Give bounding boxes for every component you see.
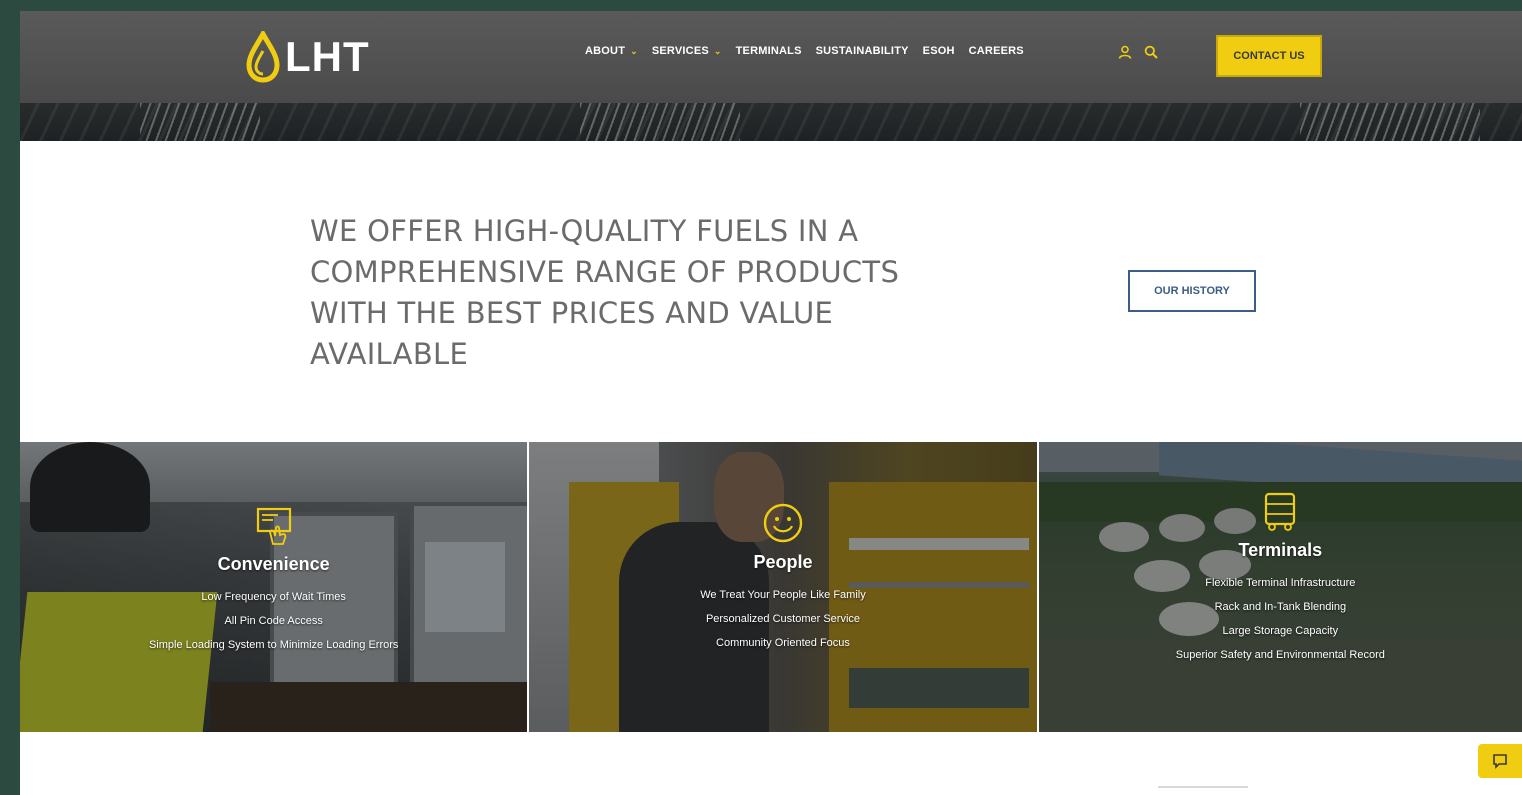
nav-item-esoh[interactable]: ESOH bbox=[923, 45, 955, 57]
search-icon[interactable] bbox=[1144, 45, 1158, 59]
nav-item-label: ESOH bbox=[922, 45, 955, 57]
tanker-truck-icon bbox=[1265, 492, 1296, 531]
contact-us-button[interactable]: CONTACT US bbox=[1216, 35, 1322, 77]
chat-widget-button[interactable] bbox=[1478, 744, 1522, 778]
chat-icon bbox=[1493, 754, 1507, 769]
feature-panels: Convenience Low Frequency of Wait Times … bbox=[20, 442, 1522, 732]
our-history-button[interactable]: OUR HISTORY bbox=[1128, 270, 1256, 312]
nav-item-label: SERVICES bbox=[651, 45, 709, 57]
feature-panel-convenience: Convenience Low Frequency of Wait Times … bbox=[20, 442, 528, 732]
feature-panel-people: People We Treat Your People Like Family … bbox=[527, 442, 1039, 732]
top-navbar: LHT ABOUT ⌄ SERVICES ⌄ TERMINALS SUSTAIN… bbox=[20, 11, 1522, 103]
nav-item-about[interactable]: ABOUT ⌄ bbox=[585, 45, 638, 57]
panel-title: Convenience bbox=[217, 554, 330, 574]
lht-logo[interactable]: LHT bbox=[245, 29, 370, 85]
feature-list: Low Frequency of Wait Times All Pin Code… bbox=[149, 585, 398, 657]
section-divider bbox=[1158, 786, 1248, 788]
smiley-icon bbox=[763, 503, 803, 543]
chevron-down-icon: ⌄ bbox=[713, 45, 722, 56]
nav-icon-group bbox=[1118, 45, 1158, 59]
nav-item-label: TERMINALS bbox=[735, 45, 802, 57]
logo-text: LHT bbox=[285, 33, 370, 80]
panel-content: Convenience Low Frequency of Wait Times … bbox=[20, 504, 527, 657]
feature-list: Flexible Terminal Infrastructure Rack an… bbox=[1176, 571, 1385, 667]
list-item: Personalized Customer Service bbox=[705, 613, 861, 625]
nav-item-terminals[interactable]: TERMINALS bbox=[736, 45, 802, 57]
nav-item-careers[interactable]: CAREERS bbox=[969, 45, 1024, 57]
panel-title: People bbox=[753, 552, 813, 572]
nav-item-sustainability[interactable]: SUSTAINABILITY bbox=[816, 45, 909, 57]
chevron-down-icon: ⌄ bbox=[630, 45, 638, 56]
list-item: Low Frequency of Wait Times bbox=[201, 591, 346, 603]
panel-content: Terminals Flexible Terminal Infrastructu… bbox=[1039, 490, 1522, 667]
nav-item-label: SUSTAINABILITY bbox=[815, 45, 909, 57]
feature-list: We Treat Your People Like Family Persona… bbox=[700, 583, 866, 655]
nav-item-label: ABOUT bbox=[585, 45, 626, 57]
list-item: Superior Safety and Environmental Record bbox=[1175, 649, 1385, 661]
list-item: Community Oriented Focus bbox=[716, 637, 850, 649]
intro-heading: WE OFFER HIGH-QUALITY FUELS IN A COMPREH… bbox=[310, 214, 900, 371]
list-item: All Pin Code Access bbox=[224, 615, 323, 627]
list-item: Large Storage Capacity bbox=[1222, 625, 1339, 637]
main-nav: ABOUT ⌄ SERVICES ⌄ TERMINALS SUSTAINABIL… bbox=[585, 45, 1024, 57]
panel-content: People We Treat Your People Like Family … bbox=[529, 502, 1036, 655]
list-item: Simple Loading System to Minimize Loadin… bbox=[148, 639, 399, 651]
list-item: Rack and In-Tank Blending bbox=[1214, 601, 1347, 613]
oil-drop-logo-icon bbox=[246, 31, 280, 83]
list-item: We Treat Your People Like Family bbox=[700, 589, 866, 601]
panel-title: Terminals bbox=[1238, 540, 1323, 560]
touchscreen-icon bbox=[256, 507, 291, 545]
browser-viewport: LHT ABOUT ⌄ SERVICES ⌄ TERMINALS SUSTAIN… bbox=[20, 11, 1522, 795]
list-item: Flexible Terminal Infrastructure bbox=[1205, 577, 1356, 589]
feature-panel-terminals: Terminals Flexible Terminal Infrastructu… bbox=[1038, 442, 1522, 732]
nav-item-services[interactable]: SERVICES ⌄ bbox=[652, 45, 722, 57]
user-icon[interactable] bbox=[1118, 45, 1132, 59]
nav-item-label: CAREERS bbox=[968, 45, 1024, 57]
